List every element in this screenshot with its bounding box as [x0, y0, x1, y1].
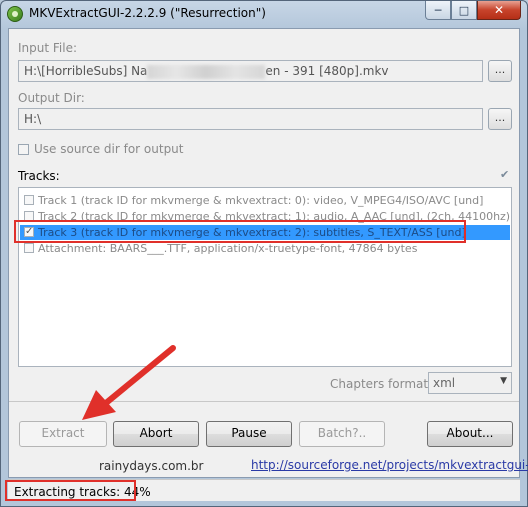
- app-window: MKVExtractGUI-2.2.2.9 ("Resurrection") ─…: [0, 0, 528, 507]
- track-highlight-box: [14, 220, 466, 243]
- batch-button[interactable]: Batch?..: [299, 421, 385, 447]
- divider: [9, 401, 519, 402]
- chapters-format-label: Chapters format:: [330, 377, 433, 391]
- about-button[interactable]: About...: [427, 421, 513, 447]
- window-title: MKVExtractGUI-2.2.2.9 ("Resurrection"): [29, 6, 266, 20]
- source-dir-checkbox[interactable]: [18, 144, 29, 155]
- tracks-list[interactable]: Track 1 (track ID for mkvmerge & mkvextr…: [18, 187, 512, 367]
- tracks-label: Tracks:: [18, 169, 60, 183]
- chapters-format-select[interactable]: xml ▼: [428, 372, 512, 394]
- output-dir-label: Output Dir:: [18, 91, 85, 105]
- input-file-value-start: H:\[HorribleSubs] Na: [24, 64, 148, 78]
- app-icon: [7, 6, 23, 22]
- extract-button[interactable]: Extract: [19, 421, 107, 447]
- track-label: Attachment: BAARS___.TTF, application/x-…: [38, 242, 418, 255]
- input-browse-button[interactable]: ...: [488, 60, 512, 82]
- input-file-value-end: en - 391 [480p].mkv: [265, 64, 389, 78]
- redacted-text: [147, 64, 266, 79]
- input-file-field[interactable]: H:\[HorribleSubs] Na en - 391 [480p].mkv: [18, 60, 483, 82]
- track-checkbox[interactable]: [24, 195, 34, 205]
- track-checkbox[interactable]: [24, 243, 34, 253]
- track-item[interactable]: Track 1 (track ID for mkvmerge & mkvextr…: [20, 193, 510, 208]
- track-item[interactable]: Attachment: BAARS___.TTF, application/x-…: [20, 241, 510, 256]
- watermark: rainydays.com.br: [99, 459, 204, 473]
- maximize-button[interactable]: □: [451, 1, 477, 20]
- title-bar[interactable]: MKVExtractGUI-2.2.2.9 ("Resurrection") ─…: [1, 1, 527, 27]
- track-label: Track 1 (track ID for mkvmerge & mkvextr…: [38, 194, 484, 207]
- sourceforge-link[interactable]: http://sourceforge.net/projects/mkvextra…: [251, 458, 528, 472]
- output-browse-button[interactable]: ...: [488, 108, 512, 130]
- minimize-button[interactable]: ─: [425, 1, 451, 20]
- source-dir-label: Use source dir for output: [34, 142, 184, 156]
- output-dir-value: H:\: [24, 112, 42, 126]
- check-icon: ✔: [500, 168, 510, 181]
- abort-button[interactable]: Abort: [113, 421, 199, 447]
- close-button[interactable]: ✕: [477, 1, 521, 20]
- input-file-label: Input File:: [18, 41, 78, 55]
- chevron-down-icon: ▼: [500, 376, 507, 386]
- pause-button[interactable]: Pause: [206, 421, 292, 447]
- status-highlight-box: [5, 480, 136, 501]
- chapters-format-value: xml: [433, 376, 456, 390]
- caption-buttons: ─ □ ✕: [425, 1, 521, 21]
- main-panel: Input File: H:\[HorribleSubs] Na en - 391…: [8, 28, 528, 478]
- output-dir-field[interactable]: H:\: [18, 108, 483, 130]
